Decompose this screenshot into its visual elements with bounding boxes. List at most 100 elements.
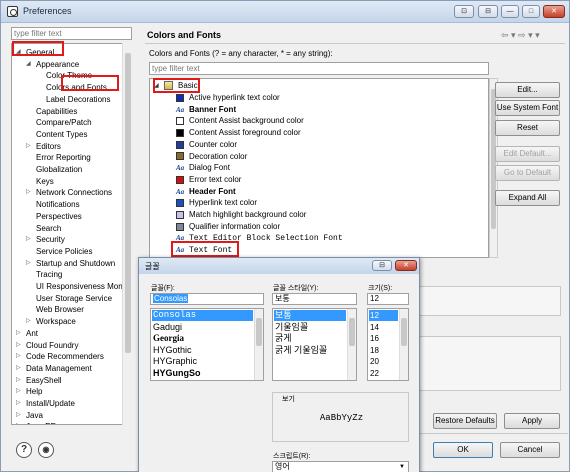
tree-item[interactable]: Globalization: [36, 164, 82, 175]
ok-button[interactable]: OK: [433, 442, 493, 458]
tree-item[interactable]: Capabilities: [36, 106, 77, 117]
tree-item[interactable]: Service Policies: [36, 246, 92, 257]
expand-all-button[interactable]: Expand All: [495, 190, 560, 206]
list-option[interactable]: Gadugi: [152, 322, 253, 333]
restore-icon[interactable]: ⊡: [454, 5, 474, 18]
list-option[interactable]: 굵게: [274, 333, 346, 344]
tree-item[interactable]: Network Connections: [36, 187, 112, 198]
collapsed-arrow-icon[interactable]: ▷: [16, 352, 21, 359]
color-setting-item[interactable]: Hyperlink text color: [176, 197, 257, 209]
size-list-scrollbar[interactable]: [399, 309, 408, 380]
edit-button[interactable]: Edit...: [495, 82, 560, 98]
font-name-input[interactable]: Consolas: [150, 293, 264, 305]
color-setting-item[interactable]: Decoration color: [176, 151, 247, 163]
collapsed-arrow-icon[interactable]: ▷: [16, 387, 21, 394]
tree-item[interactable]: Ant: [26, 328, 38, 339]
color-setting-item[interactable]: Match highlight background color: [176, 209, 306, 221]
collapsed-arrow-icon[interactable]: ▷: [26, 142, 31, 149]
tree-item[interactable]: Notifications: [36, 199, 80, 210]
list-option[interactable]: 14: [369, 322, 398, 333]
font-setting-item[interactable]: Aa Header Font: [176, 186, 236, 198]
font-style-list[interactable]: 보통 기울임꼴 굵게 굵게 기울임꼴: [272, 308, 357, 381]
tree-item[interactable]: Tracing: [36, 269, 62, 280]
list-option[interactable]: 20: [369, 356, 398, 367]
list-option[interactable]: 굵게 기울임꼴: [274, 345, 346, 356]
font-setting-item[interactable]: Aa Dialog Font: [176, 162, 230, 174]
script-select[interactable]: 영어 ▼: [272, 461, 409, 472]
pin-icon[interactable]: ⊟: [478, 5, 498, 18]
font-size-input[interactable]: 12: [367, 293, 409, 305]
apply-button[interactable]: Apply: [504, 413, 560, 429]
font-list-scrollbar[interactable]: [254, 309, 263, 380]
tree-item[interactable]: Workspace: [36, 316, 76, 327]
font-size-list[interactable]: 12141618202224: [367, 308, 409, 381]
collapsed-arrow-icon[interactable]: ▷: [16, 376, 21, 383]
collapsed-arrow-icon[interactable]: ▷: [16, 399, 21, 406]
tree-item[interactable]: Startup and Shutdown: [36, 258, 115, 269]
left-filter-input[interactable]: type filter text: [11, 27, 132, 40]
color-setting-item[interactable]: Qualifier information color: [176, 221, 280, 233]
restore-defaults-button[interactable]: Restore Defaults: [433, 413, 497, 429]
font-style-input[interactable]: 보통: [272, 293, 357, 305]
color-setting-item[interactable]: Content Assist foreground color: [176, 127, 301, 139]
list-option[interactable]: 12: [369, 310, 398, 321]
tree-item[interactable]: UI Responsiveness Mon: [36, 281, 123, 292]
collapsed-arrow-icon[interactable]: ▷: [16, 329, 21, 336]
tree-item[interactable]: Perspectives: [36, 211, 82, 222]
collapsed-arrow-icon[interactable]: ▷: [26, 188, 31, 195]
import-export-icon[interactable]: ◉: [38, 442, 54, 458]
list-option[interactable]: 기울임꼴: [274, 322, 346, 333]
maximize-button[interactable]: □: [522, 5, 540, 18]
tree-item[interactable]: Label Decorations: [46, 94, 110, 105]
color-setting-item[interactable]: Active hyperlink text color: [176, 92, 280, 104]
list-option[interactable]: Georgia: [152, 333, 253, 344]
reset-button[interactable]: Reset: [495, 120, 560, 136]
left-tree-scrollbar[interactable]: [122, 43, 132, 425]
scrollbar-thumb[interactable]: [401, 318, 407, 346]
list-option[interactable]: 18: [369, 345, 398, 356]
style-list-scrollbar[interactable]: [347, 309, 356, 380]
go-to-default-button[interactable]: Go to Default: [495, 165, 560, 181]
collapsed-arrow-icon[interactable]: ▷: [26, 317, 31, 324]
list-option[interactable]: 24: [369, 379, 398, 380]
tree-item[interactable]: Web Browser: [36, 304, 84, 315]
collapsed-arrow-icon[interactable]: ▷: [16, 422, 21, 424]
collapsed-arrow-icon[interactable]: ▷: [16, 364, 21, 371]
tree-item[interactable]: Editors: [36, 141, 61, 152]
list-option[interactable]: 22: [369, 368, 398, 379]
collapsed-arrow-icon[interactable]: ▷: [16, 411, 21, 418]
tree-item[interactable]: Content Types: [36, 129, 87, 140]
list-option[interactable]: HYGraphic: [152, 356, 253, 367]
tree-item[interactable]: Data Management: [26, 363, 92, 374]
tree-item[interactable]: Compare/Patch: [36, 117, 92, 128]
expanded-arrow-icon[interactable]: ◢: [26, 60, 31, 67]
right-filter-input[interactable]: type filter text: [149, 62, 489, 75]
use-system-font-button[interactable]: Use System Font: [495, 100, 560, 116]
scrollbar-thumb[interactable]: [349, 318, 355, 346]
tree-item[interactable]: Appearance: [36, 59, 79, 70]
tree-item[interactable]: Cloud Foundry: [26, 340, 78, 351]
scrollbar-thumb[interactable]: [125, 53, 131, 353]
color-setting-item[interactable]: Error text color: [176, 174, 241, 186]
list-option[interactable]: 보통: [274, 310, 346, 321]
close-button[interactable]: ✕: [543, 5, 565, 18]
tree-item[interactable]: User Storage Service: [36, 293, 112, 304]
tree-item[interactable]: Java EE: [26, 421, 56, 424]
restore-icon[interactable]: ⊟: [372, 260, 392, 271]
font-list[interactable]: Consolas Gadugi Georgia HYGothic HYGraphic HY…: [150, 308, 264, 381]
tree-item[interactable]: Error Reporting: [36, 152, 91, 163]
tree-item[interactable]: Search: [36, 223, 61, 234]
collapsed-arrow-icon[interactable]: ▷: [26, 259, 31, 266]
list-option[interactable]: 16: [369, 333, 398, 344]
collapsed-arrow-icon[interactable]: ▷: [16, 341, 21, 348]
dialog-close-button[interactable]: ✕: [395, 260, 417, 271]
list-option[interactable]: HYGothic: [152, 345, 253, 356]
list-option[interactable]: Consolas: [152, 310, 253, 321]
tree-item[interactable]: Security: [36, 234, 65, 245]
tree-item[interactable]: Install/Update: [26, 398, 75, 409]
cancel-button[interactable]: Cancel: [500, 442, 560, 458]
tree-item[interactable]: EasyShell: [26, 375, 62, 386]
tree-item[interactable]: Keys: [36, 176, 54, 187]
collapsed-arrow-icon[interactable]: ▷: [26, 235, 31, 242]
color-setting-item[interactable]: Content Assist background color: [176, 115, 304, 127]
